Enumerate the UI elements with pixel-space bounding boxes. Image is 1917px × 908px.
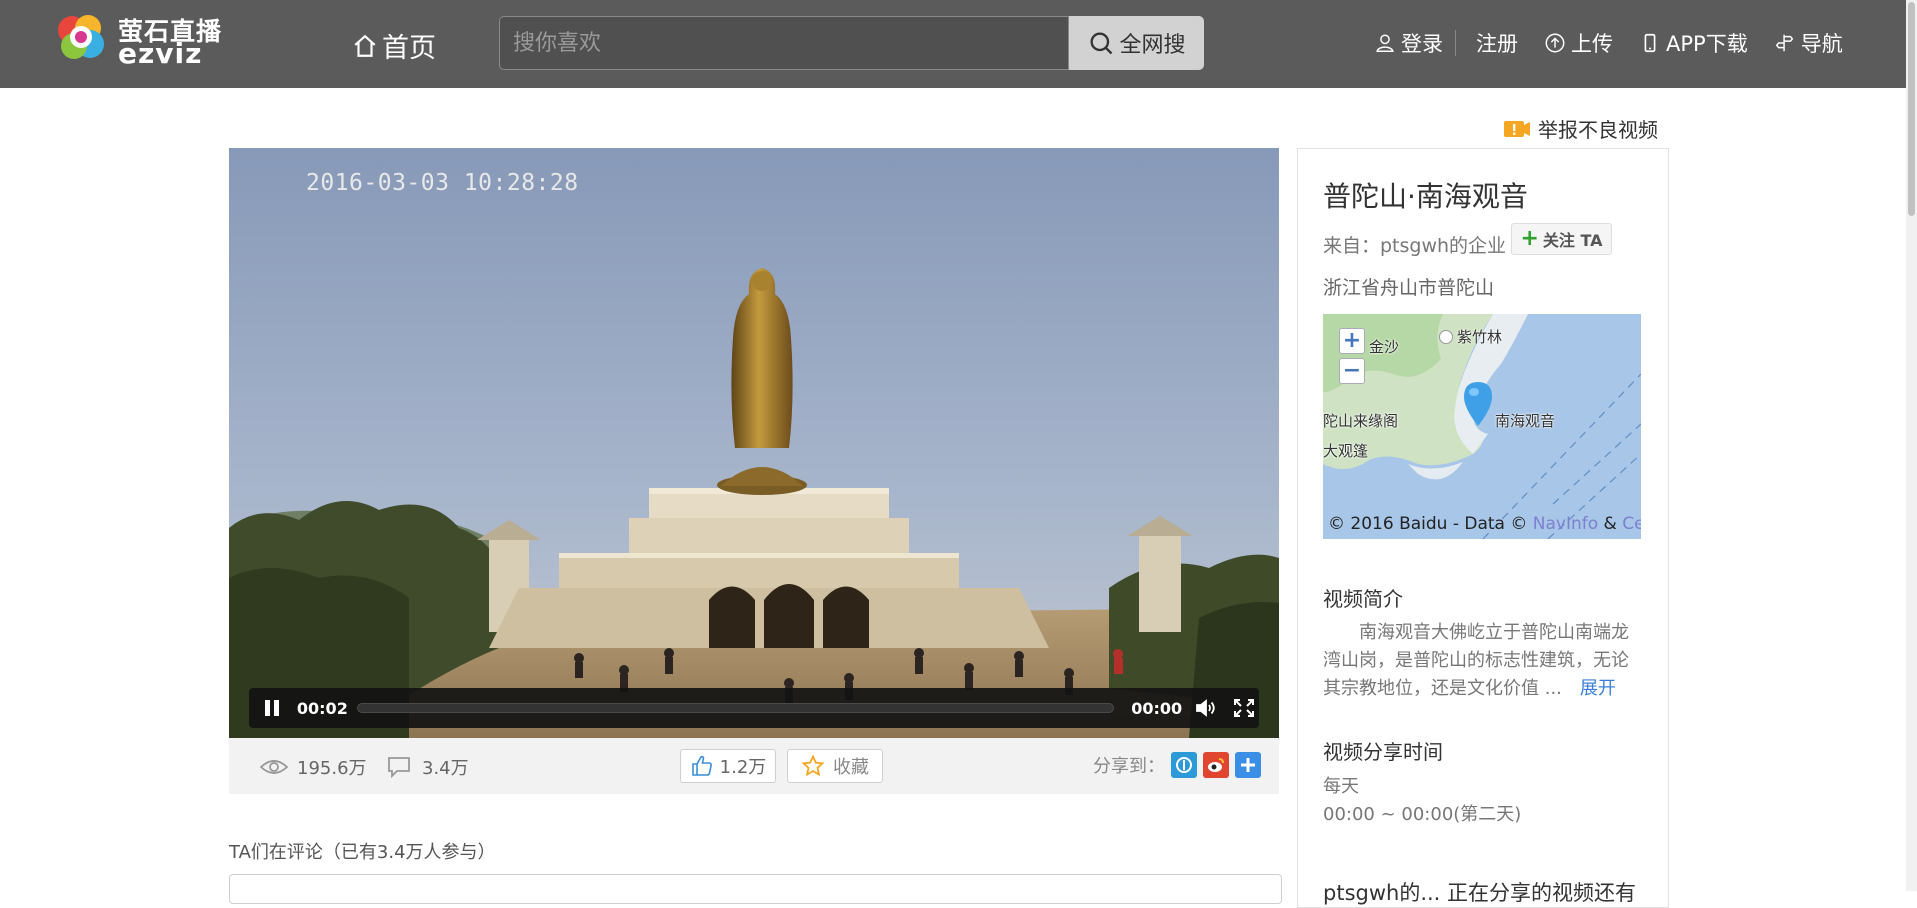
thumbs-up-icon xyxy=(691,755,712,776)
expand-link[interactable]: 展开 xyxy=(1580,678,1616,699)
search-button-label: 全网搜 xyxy=(1119,33,1186,58)
nav-divider xyxy=(1455,30,1456,56)
top-bar: 萤石直播 ezviz 首页 全网搜 登录 注册 上传 xyxy=(0,0,1906,88)
weibo-logo-icon xyxy=(1208,758,1224,772)
like-count: 1.2万 xyxy=(719,757,767,778)
seek-bar[interactable] xyxy=(356,703,1115,713)
video-controls: 00:02 00:00 xyxy=(249,688,1259,728)
search-button[interactable]: 全网搜 xyxy=(1069,16,1204,70)
app-download-label: APP下载 xyxy=(1666,32,1748,56)
map-attribution-text: © 2016 Baidu - Data © xyxy=(1328,514,1533,534)
map-label-zizhulin-text: 紫竹林 xyxy=(1457,328,1503,346)
comments-title: TA们在评论（已有3.4万人参与） xyxy=(229,842,496,863)
map-label-jinsha: 金沙 xyxy=(1369,338,1400,356)
map-label-nanhai: 南海观音 xyxy=(1495,412,1556,430)
register-label: 注册 xyxy=(1476,32,1518,56)
guide-label: 导航 xyxy=(1800,32,1843,56)
map-attribution-amp: & xyxy=(1598,514,1623,534)
logo-mark-icon xyxy=(58,15,104,59)
top-nav: 登录 注册 上传 APP下载 导航 xyxy=(1374,27,1843,59)
search-input[interactable] xyxy=(500,17,1068,69)
share-time-day: 每天 xyxy=(1323,776,1359,797)
camera-timestamp: 2016-03-03 10:28:28 xyxy=(306,170,579,196)
home-link[interactable]: 首页 xyxy=(352,26,436,65)
share-qzone-icon[interactable] xyxy=(1171,752,1197,778)
favorite-button[interactable]: 收藏 xyxy=(787,749,883,783)
report-label: 举报不良视频 xyxy=(1538,118,1658,142)
follow-label: 关注 TA xyxy=(1542,231,1603,250)
volume-icon xyxy=(1196,699,1215,717)
map-zoom-out-button[interactable]: − xyxy=(1339,358,1365,384)
logo-text-en: ezviz xyxy=(118,37,203,70)
qzone-logo-icon xyxy=(1176,757,1192,773)
temple-icon xyxy=(1439,330,1453,344)
pause-button[interactable] xyxy=(257,688,287,728)
upload-icon xyxy=(1545,33,1565,53)
volume-button[interactable] xyxy=(1191,688,1221,728)
share-time-heading: 视频分享时间 xyxy=(1323,740,1443,764)
phone-icon xyxy=(1644,33,1656,53)
video-player[interactable]: 2016-03-03 10:28:28 00:02 00:00 xyxy=(229,148,1279,738)
location-map[interactable]: + − 金沙 紫竹林 陀山来缘阁 大观篷 南海观音 © 2016 Baidu -… xyxy=(1323,314,1641,539)
intro-heading: 视频简介 xyxy=(1323,587,1403,611)
fullscreen-button[interactable] xyxy=(1229,688,1259,728)
view-count-value: 195.6万 xyxy=(297,758,367,779)
search-icon xyxy=(1090,32,1113,55)
upload-label: 上传 xyxy=(1571,32,1613,56)
page-scrollbar[interactable] xyxy=(1906,0,1917,891)
search-box xyxy=(499,16,1069,70)
map-label-laiyuange: 陀山来缘阁 xyxy=(1323,412,1399,430)
cennavi-link[interactable]: CenN xyxy=(1622,514,1641,534)
follow-button[interactable]: + 关注 TA xyxy=(1511,223,1612,255)
report-video-link[interactable]: 举报不良视频 xyxy=(1504,114,1658,143)
share-more-icon[interactable] xyxy=(1235,752,1261,778)
register-link[interactable]: 注册 xyxy=(1476,28,1518,58)
view-count: 195.6万 xyxy=(259,754,367,780)
video-stats-bar: 195.6万 3.4万 1.2万 收藏 分享到： xyxy=(229,738,1279,794)
navinfo-link[interactable]: NavInfo xyxy=(1533,514,1598,534)
share-time-range: 00:00 ~ 00:00(第二天) xyxy=(1323,804,1522,825)
plus-icon: + xyxy=(1520,226,1539,251)
ezviz-logo[interactable]: 萤石直播 ezviz xyxy=(52,8,242,68)
map-zoom-in-button[interactable]: + xyxy=(1339,328,1365,354)
home-label: 首页 xyxy=(382,33,436,64)
comment-icon xyxy=(388,757,410,778)
video-info-sidebar: 普陀山·南海观音 来自：ptsgwh的企业 + 关注 TA 浙江省舟山市普陀山 … xyxy=(1297,148,1669,908)
favorite-label: 收藏 xyxy=(833,757,869,778)
comment-count: 3.4万 xyxy=(384,754,469,780)
app-download-link[interactable]: APP下载 xyxy=(1639,28,1748,58)
duration: 00:00 xyxy=(1131,698,1183,718)
current-time: 00:02 xyxy=(296,698,348,718)
comment-count-value: 3.4万 xyxy=(422,758,469,779)
star-icon xyxy=(801,754,825,777)
pause-icon xyxy=(264,700,279,716)
signpost-icon xyxy=(1775,34,1793,52)
login-label: 登录 xyxy=(1401,32,1443,56)
user-icon xyxy=(1376,34,1394,52)
share-group: 分享到： xyxy=(1093,752,1261,778)
fullscreen-icon xyxy=(1234,699,1255,717)
scrollbar-thumb[interactable] xyxy=(1908,2,1915,216)
comment-input-box[interactable] xyxy=(229,874,1282,904)
video-source: 来自：ptsgwh的企业 xyxy=(1323,235,1507,257)
video-frame xyxy=(229,148,1279,738)
login-link[interactable]: 登录 xyxy=(1374,28,1443,58)
plus-icon xyxy=(1241,758,1255,772)
share-label: 分享到： xyxy=(1093,756,1165,777)
upload-link[interactable]: 上传 xyxy=(1544,28,1613,58)
home-icon xyxy=(354,34,376,57)
eye-icon xyxy=(259,760,289,774)
like-button[interactable]: 1.2万 xyxy=(680,749,776,783)
map-label-zizhulin: 紫竹林 xyxy=(1439,326,1502,347)
video-title: 普陀山·南海观音 xyxy=(1323,180,1528,213)
more-videos-heading: ptsgwh的... 正在分享的视频还有 xyxy=(1323,881,1637,905)
guide-link[interactable]: 导航 xyxy=(1774,28,1843,58)
map-attribution: © 2016 Baidu - Data © NavInfo & CenN xyxy=(1328,514,1641,534)
map-label-daguanfeng: 大观篷 xyxy=(1323,442,1369,460)
share-weibo-icon[interactable] xyxy=(1203,752,1229,778)
intro-text: 南海观音大佛屹立于普陀山南端龙湾山岗，是普陀山的标志性建筑，无论其宗教地位，还是… xyxy=(1323,619,1643,703)
warning-icon xyxy=(1504,120,1530,137)
location-pin-icon[interactable] xyxy=(1461,380,1495,428)
video-location: 浙江省舟山市普陀山 xyxy=(1323,277,1495,299)
